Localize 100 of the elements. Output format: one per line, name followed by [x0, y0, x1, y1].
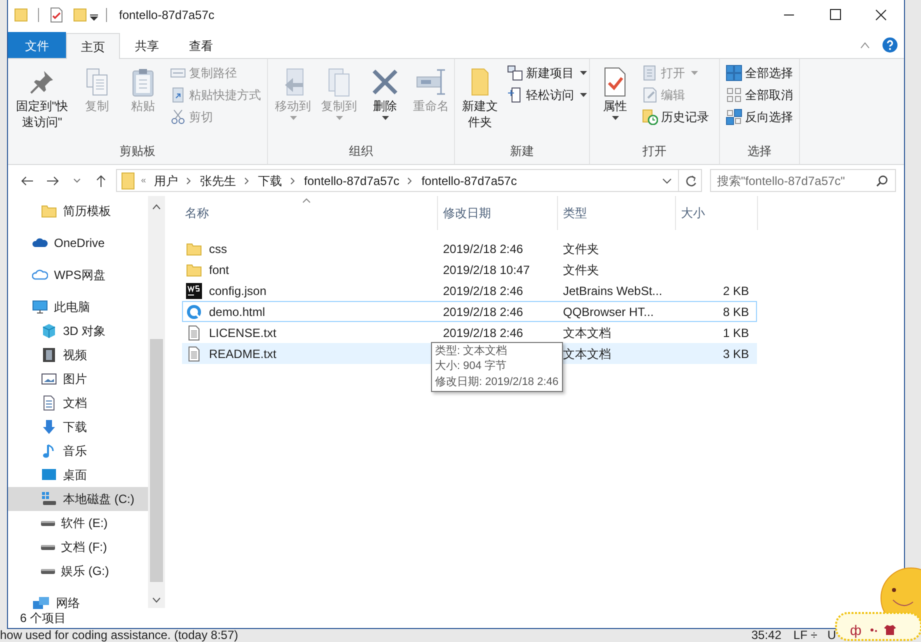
refresh-icon[interactable]	[685, 174, 697, 188]
file-name: config.json	[208, 282, 266, 300]
address-bar[interactable]: « 用户 张先生 下载 fontello-87d7a57c fontello-87d7a57c	[116, 169, 702, 192]
file-type: 文本文档	[562, 346, 612, 362]
group-label: 剪贴板	[118, 143, 156, 160]
chevron-icon	[186, 176, 192, 184]
file-date: 2019/2/18 2:46	[442, 304, 524, 320]
ribbon-button[interactable]: 新建文件夹	[458, 62, 502, 142]
column-header[interactable]: 类型	[558, 196, 676, 230]
ribbon-button[interactable]: 属性	[593, 62, 637, 142]
encoding[interactable]: U	[827, 629, 836, 642]
picture-icon	[41, 371, 57, 387]
file-date: 2019/2/18 2:46	[442, 324, 524, 342]
file-row[interactable]: css 2019/2/18 2:46 文件夹	[182, 238, 757, 259]
ime-mode[interactable]: ф	[850, 620, 862, 641]
select-all-icon	[726, 65, 742, 81]
nav-item[interactable]: 文档 (F:)	[8, 535, 148, 559]
nav-item[interactable]: 娱乐 (G:)	[8, 559, 148, 583]
nav-item[interactable]: 文档	[8, 391, 148, 415]
nav-item[interactable]: OneDrive	[8, 231, 148, 255]
tooltip-line: 类型: 文本文档	[435, 344, 508, 359]
nav-item[interactable]: 下载	[8, 415, 148, 439]
file-row[interactable]: config.json 2019/2/18 2:46 JetBrains WebSt... 2 KB	[182, 280, 757, 301]
ribbon-tab[interactable]: 主页	[66, 33, 120, 59]
file-date: 2019/2/18 2:46	[442, 240, 524, 258]
file-row[interactable]: font 2019/2/18 10:47 文件夹	[182, 259, 757, 280]
overflow-chevron[interactable]: «	[141, 174, 146, 188]
status-message: how used for coding assistance. (today 8:57)	[0, 629, 238, 642]
nav-item[interactable]: 此电脑	[8, 295, 148, 319]
nav-item[interactable]: 视频	[8, 343, 148, 367]
file-type: 文件夹	[562, 262, 600, 278]
ribbon-button[interactable]: 历史记录	[639, 106, 712, 128]
ribbon-button[interactable]: 反向选择	[723, 106, 796, 128]
ribbon-button[interactable]: 新建项目	[504, 62, 590, 84]
file-tab[interactable]: 文件	[8, 32, 66, 58]
invert-selection-icon	[726, 109, 742, 125]
line-ending[interactable]: LF ÷	[793, 629, 818, 642]
breadcrumb[interactable]: fontello-87d7a57c	[302, 172, 402, 190]
scroll-up-icon[interactable]	[152, 204, 161, 210]
desktop-icon	[41, 467, 57, 483]
help-icon[interactable]	[882, 37, 898, 53]
column-header[interactable]: 大小	[676, 196, 758, 230]
computer-icon	[32, 299, 48, 315]
file-type: JetBrains WebSt...	[562, 282, 664, 300]
history-icon	[642, 109, 658, 125]
folder-icon	[41, 203, 57, 219]
folder-icon	[13, 7, 29, 23]
group-label: 选择	[746, 143, 772, 160]
scrollbar-thumb[interactable]	[150, 339, 163, 582]
column-header[interactable]: 修改日期	[438, 196, 558, 230]
scroll-down-icon[interactable]	[152, 597, 161, 603]
breadcrumb[interactable]: 下载	[256, 172, 284, 190]
ribbon-button[interactable]: 全部取消	[723, 84, 796, 106]
film-icon	[41, 347, 57, 363]
chevron-icon	[244, 176, 250, 184]
file-date: 2019/2/18 10:47	[442, 262, 531, 278]
ribbon-button[interactable]: 删除	[363, 62, 407, 142]
shirt-icon[interactable]	[884, 624, 896, 636]
cursor-position: 35:42	[751, 629, 782, 642]
nav-item[interactable]: 简历模板	[8, 199, 148, 223]
scrollbar[interactable]	[148, 196, 165, 608]
file-name: css	[208, 240, 227, 258]
folder-icon	[186, 240, 202, 256]
ribbon-button[interactable]: 全部选择	[723, 62, 796, 84]
chevron-icon	[407, 176, 414, 184]
ribbon-tab[interactable]: 查看	[174, 32, 228, 58]
breadcrumb[interactable]: 用户	[152, 172, 180, 190]
collapse-ribbon-icon[interactable]	[860, 41, 870, 49]
search-field[interactable]: 搜索"fontello-87d7a57c"	[710, 169, 896, 192]
properties-icon[interactable]	[48, 7, 64, 23]
nav-item[interactable]: 本地磁盘 (C:)	[8, 487, 148, 511]
nav-item[interactable]: 3D 对象	[8, 319, 148, 343]
breadcrumb[interactable]: 张先生	[198, 172, 238, 190]
edit-icon	[642, 87, 658, 103]
ribbon-tab[interactable]: 共享	[120, 32, 174, 58]
file-size: 2 KB	[722, 282, 749, 300]
easy-access-icon	[507, 87, 523, 103]
webstorm-icon	[186, 282, 202, 298]
file-name: font	[208, 262, 230, 278]
ribbon-button[interactable]: 固定到"快速访问"	[11, 62, 73, 142]
nav-item[interactable]: WPS网盘	[8, 263, 148, 287]
breadcrumb[interactable]: fontello-87d7a57c	[419, 172, 519, 190]
item-count: 6 个项目	[20, 610, 66, 627]
nav-item[interactable]: 软件 (E:)	[8, 511, 148, 535]
ime-dots-icon[interactable]	[870, 627, 878, 633]
file-row[interactable]: demo.html 2019/2/18 2:46 QQBrowser HT... 8 KB	[182, 301, 757, 322]
search-icon	[876, 175, 888, 187]
dropdown-icon[interactable]	[662, 176, 672, 184]
column-header[interactable]: 名称	[180, 196, 438, 230]
file-name: demo.html	[208, 304, 266, 320]
nav-item[interactable]: 图片	[8, 367, 148, 391]
drive-icon	[41, 520, 55, 526]
nav-item[interactable]: 桌面	[8, 463, 148, 487]
group-label: 组织	[348, 143, 374, 160]
file-row[interactable]: LICENSE.txt 2019/2/18 2:46 文本文档 1 KB	[182, 322, 757, 343]
nav-item[interactable]: 音乐	[8, 439, 148, 463]
ribbon-button[interactable]: 轻松访问	[504, 84, 590, 106]
file-size: 8 KB	[722, 304, 749, 320]
file-type: 文本文档	[562, 324, 612, 342]
folder-icon	[186, 262, 202, 278]
